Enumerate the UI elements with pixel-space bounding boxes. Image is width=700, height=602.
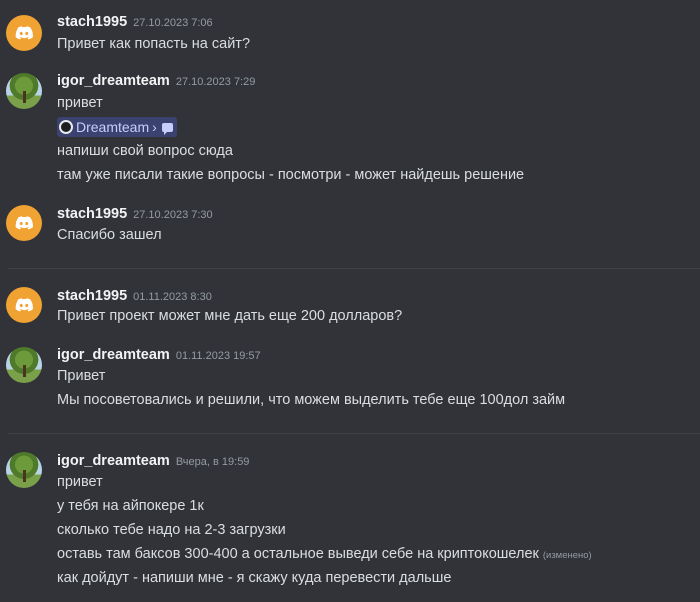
tree-avatar[interactable]: [6, 452, 42, 488]
avatar[interactable]: [6, 205, 42, 241]
message-text-content: оставь там баксов 300-400 а остальное вы…: [57, 546, 539, 562]
username[interactable]: igor_dreamteam: [57, 347, 170, 363]
timestamp: 27.10.2023 7:29: [175, 76, 256, 88]
discord-icon: [15, 298, 33, 312]
message-text: напиши свой вопрос сюда: [57, 143, 233, 159]
chevron-right-icon: ›: [152, 119, 157, 135]
timestamp: 27.10.2023 7:30: [133, 209, 213, 221]
date-divider: [8, 433, 700, 434]
message-text: оставь там баксов 300-400 а остальное вы…: [57, 546, 592, 562]
username[interactable]: stach1995: [57, 206, 127, 222]
edited-label: (изменено): [542, 550, 592, 561]
message-text: сколько тебе надо на 2-3 загрузки: [57, 522, 286, 538]
timestamp: 01.11.2023 19:57: [175, 350, 261, 362]
message-text: Привет как попасть на сайт?: [57, 36, 251, 52]
channel-mention[interactable]: Dreamteam ›: [57, 117, 177, 137]
message-text: привет: [57, 95, 103, 111]
message-text: там уже писали такие вопросы - посмотри …: [57, 167, 525, 183]
timestamp: 01.11.2023 8:30: [133, 291, 212, 303]
avatar[interactable]: [6, 15, 42, 51]
message-text: Привет: [57, 368, 106, 384]
channel-mention-label: Dreamteam: [76, 119, 150, 135]
tree-avatar[interactable]: [6, 73, 42, 109]
server-icon: [59, 120, 73, 134]
message-text: Привет проект может мне дать еще 200 дол…: [57, 308, 403, 324]
tree-avatar[interactable]: [6, 347, 42, 383]
message-text: привет: [57, 474, 103, 490]
chat-bubble-icon: [161, 122, 173, 135]
username[interactable]: stach1995: [57, 14, 127, 30]
discord-icon: [15, 216, 33, 230]
timestamp: 27.10.2023 7:06: [133, 17, 213, 29]
timestamp: Вчера, в 19:59: [175, 456, 250, 468]
username[interactable]: igor_dreamteam: [57, 73, 170, 89]
username[interactable]: stach1995: [57, 288, 127, 304]
message-text: у тебя на айпокере 1к: [57, 498, 204, 514]
message-text: Спасибо зашел: [57, 227, 162, 243]
date-divider: [8, 268, 700, 269]
avatar[interactable]: [6, 287, 42, 323]
discord-icon: [15, 26, 33, 40]
message-text: Мы посоветовались и решили, что можем вы…: [57, 392, 566, 408]
message-text: как дойдут - напиши мне - я скажу куда п…: [57, 570, 452, 586]
username[interactable]: igor_dreamteam: [57, 453, 170, 469]
